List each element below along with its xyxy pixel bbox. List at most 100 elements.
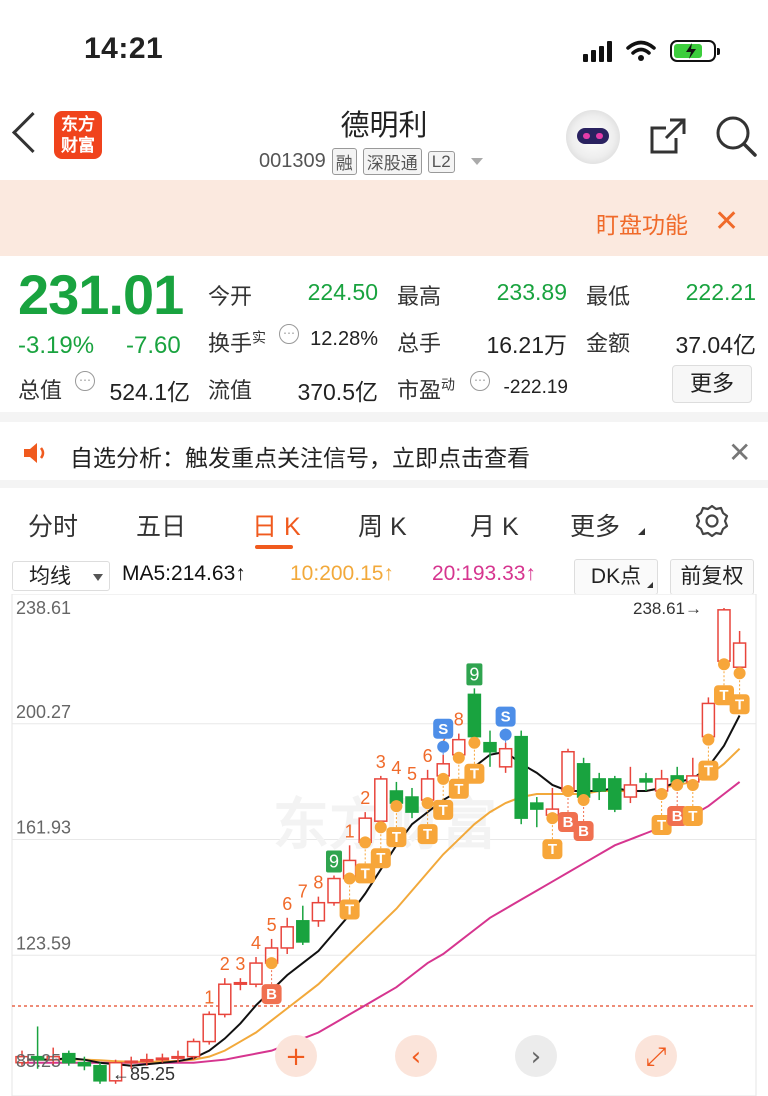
candle-body xyxy=(530,802,544,810)
stock-code: 001309 xyxy=(259,150,326,172)
market-cap-value: 524.1亿 xyxy=(109,379,190,405)
tab-five-day[interactable]: 五日 xyxy=(136,507,186,543)
signal-count: 2 xyxy=(360,788,370,808)
tab-monthly-k[interactable]: 月 K xyxy=(470,507,519,543)
info-icon[interactable]: ⋯ xyxy=(470,371,490,391)
search-icon[interactable] xyxy=(714,114,758,158)
turnover-label: 换手实 xyxy=(208,329,267,356)
candle-body xyxy=(202,1013,216,1043)
change-amount: -7.60 xyxy=(126,332,181,359)
kline-chart[interactable]: 东方财富 123456789123456789BTTTTTTTTTBBTTTTB… xyxy=(0,594,768,1096)
signal-letter: T xyxy=(423,826,432,843)
notice-text[interactable]: 自选分析：触发重点关注信号，立即点击查看 xyxy=(70,439,530,473)
info-icon[interactable]: ⋯ xyxy=(279,324,299,344)
signal-letter: T xyxy=(454,781,463,798)
min-price-label: ←85.25 xyxy=(112,1064,175,1084)
caret-icon xyxy=(638,528,645,535)
signal-dot xyxy=(343,872,356,885)
amount-label: 金额 xyxy=(586,331,631,356)
tag-margin: 融 xyxy=(331,148,357,175)
signal-letter: T xyxy=(392,829,401,846)
open-value: 224.50 xyxy=(307,279,378,305)
tab-intraday[interactable]: 分时 xyxy=(28,507,78,543)
signal-count: 9 xyxy=(469,664,479,684)
signal-dot xyxy=(718,658,730,671)
y-tick-label: 123.59 xyxy=(16,933,71,953)
candle-body xyxy=(592,778,606,792)
max-price-label: 238.61→ xyxy=(633,599,702,618)
candle-body xyxy=(374,778,388,822)
expand-button-icon: ⤢ xyxy=(646,1042,667,1072)
candle-body xyxy=(311,901,326,922)
signal-dot xyxy=(671,778,684,791)
adjust-button[interactable]: 前复权 xyxy=(670,559,754,595)
signal-dot xyxy=(702,733,715,746)
tab-more[interactable]: 更多 xyxy=(570,507,620,543)
divider xyxy=(0,480,768,488)
turnover-sup: 实 xyxy=(252,329,267,346)
change-percent: -3.19% xyxy=(18,332,95,359)
signal-count: 6 xyxy=(423,746,433,766)
share-icon[interactable] xyxy=(648,116,688,156)
signal-dot xyxy=(374,821,387,834)
signal-count: 3 xyxy=(376,752,386,772)
pe-sup: 动 xyxy=(441,376,456,393)
signal-letter: T xyxy=(439,802,448,819)
notice-close-icon[interactable]: ✕ xyxy=(728,436,751,469)
candle-body xyxy=(77,1061,92,1067)
candle-body xyxy=(639,778,653,783)
signal-icon xyxy=(583,40,612,62)
banner-text[interactable]: 盯盘功能 xyxy=(596,206,688,240)
wifi-icon xyxy=(626,40,656,61)
signal-dot xyxy=(546,812,559,825)
market-cap-label: 总值 xyxy=(18,378,63,403)
signal-letter: T xyxy=(735,696,744,713)
volume-value: 16.21万 xyxy=(486,332,567,358)
candle-body xyxy=(483,741,497,753)
candle-body xyxy=(186,1040,201,1058)
signal-letter: T xyxy=(657,817,666,834)
stock-subline[interactable]: 001309 融 深股通 L2 xyxy=(259,148,483,175)
tab-weekly-k[interactable]: 周 K xyxy=(358,507,407,543)
signal-count: 6 xyxy=(282,894,292,914)
open-label: 今开 xyxy=(208,284,253,309)
turnover-value: 12.28% xyxy=(310,328,378,350)
signal-letter: T xyxy=(470,766,479,783)
current-price: 231.01 xyxy=(18,263,184,326)
status-icons xyxy=(583,36,720,66)
candle-body xyxy=(701,702,716,738)
signal-dot xyxy=(686,778,699,791)
signal-count: 8 xyxy=(454,710,464,730)
candle-body xyxy=(93,1064,107,1082)
pe-value: -222.19 xyxy=(503,377,568,398)
signal-count: 1 xyxy=(345,821,355,841)
divider xyxy=(0,412,768,422)
high-value: 233.89 xyxy=(496,279,567,305)
ma-select[interactable]: 均线 xyxy=(12,561,110,591)
signal-dot xyxy=(468,736,481,749)
settings-gear-icon[interactable] xyxy=(694,503,730,539)
tag-connect: 深股通 xyxy=(362,148,422,175)
ma5-value: MA5:214.63↑ xyxy=(122,562,246,585)
assistant-avatar[interactable] xyxy=(566,110,620,164)
y-tick-label: 200.27 xyxy=(16,702,71,722)
prev-button-icon: ‹ xyxy=(411,1042,421,1072)
signal-count: 5 xyxy=(267,915,277,935)
candle-body xyxy=(467,693,482,738)
banner-close-icon[interactable]: ✕ xyxy=(714,204,739,239)
ma10-value: 10:200.15↑ xyxy=(290,562,394,585)
dk-points-button[interactable]: DK点 xyxy=(574,559,658,595)
signal-dot xyxy=(733,667,746,680)
info-icon[interactable]: ⋯ xyxy=(75,371,95,391)
candle-body xyxy=(732,642,747,668)
candle-body xyxy=(124,1060,138,1064)
signal-count: 8 xyxy=(313,873,323,893)
signal-letter: T xyxy=(361,865,370,882)
candle-body xyxy=(717,609,731,662)
signal-letter: B xyxy=(578,823,589,840)
more-quote-button[interactable]: 更多 xyxy=(672,365,752,403)
candle-body xyxy=(296,920,310,943)
signal-dot xyxy=(499,728,512,741)
tab-daily-k[interactable]: 日 K xyxy=(252,507,301,543)
signal-dot xyxy=(437,740,450,753)
